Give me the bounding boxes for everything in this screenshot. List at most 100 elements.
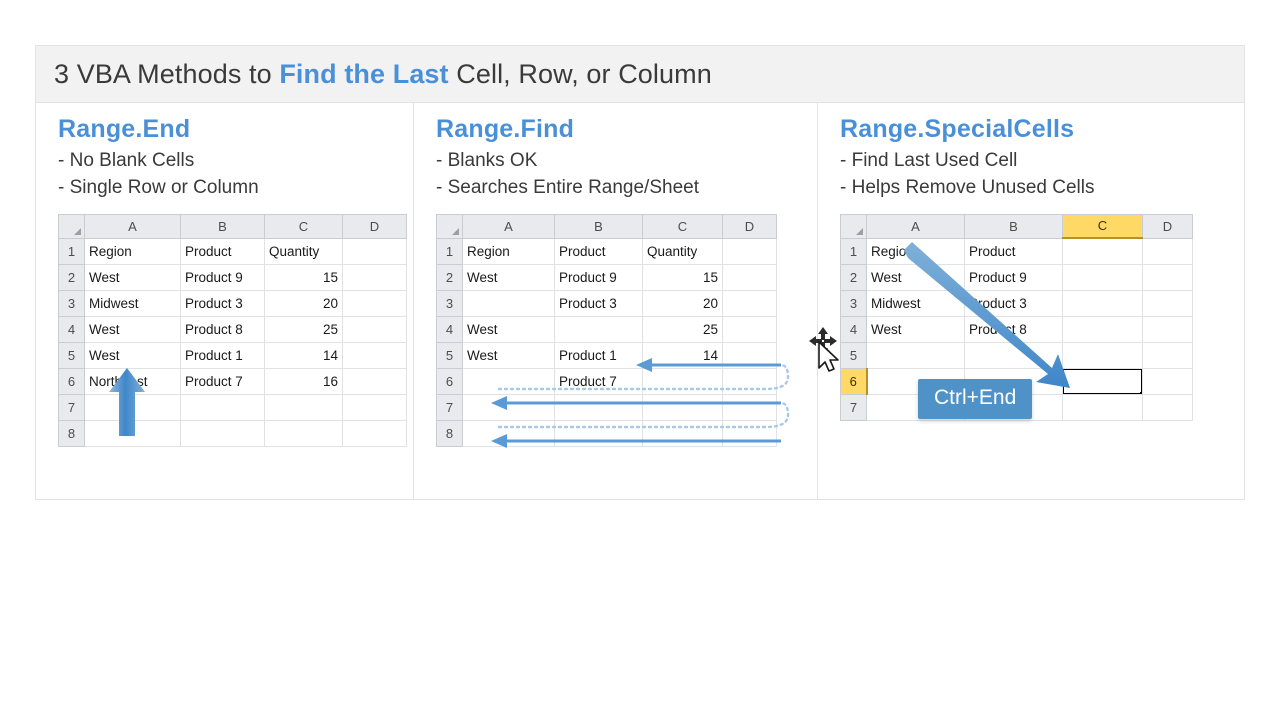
select-all-corner[interactable] — [58, 213, 85, 239]
row-header-1[interactable]: 1 — [58, 237, 85, 265]
cell-a3[interactable]: Midwest — [84, 289, 181, 317]
cell-b7[interactable] — [180, 393, 265, 421]
column-header-b[interactable]: B — [180, 213, 265, 239]
row-header-5[interactable]: 5 — [58, 341, 85, 369]
cell-d1[interactable] — [342, 237, 407, 265]
row-header-7[interactable]: 7 — [58, 393, 85, 421]
cell-b8[interactable] — [180, 419, 265, 447]
row-header-6[interactable]: 6 — [58, 367, 85, 395]
cell-d4[interactable] — [342, 315, 407, 343]
column-header-a[interactable]: A — [462, 213, 555, 239]
cell-c5[interactable]: 14 — [264, 341, 343, 369]
column-header-d[interactable]: D — [1142, 213, 1193, 239]
cell-c3[interactable] — [1062, 289, 1143, 317]
cell-c4[interactable]: 25 — [264, 315, 343, 343]
cell-a5[interactable] — [866, 341, 965, 369]
cell-c6[interactable]: 16 — [264, 367, 343, 395]
cell-b3[interactable]: Product 3 — [554, 289, 643, 317]
cell-d7[interactable] — [722, 393, 777, 421]
row-header-2[interactable]: 2 — [58, 263, 85, 291]
cell-d7[interactable] — [342, 393, 407, 421]
cell-d5[interactable] — [342, 341, 407, 369]
cell-d7[interactable] — [1142, 393, 1193, 421]
cell-d6[interactable] — [722, 367, 777, 395]
cell-d6[interactable] — [342, 367, 407, 395]
cell-a4[interactable]: West — [462, 315, 555, 343]
column-header-a[interactable]: A — [866, 213, 965, 239]
cell-a1[interactable]: Region — [866, 237, 965, 265]
cell-b8[interactable] — [554, 419, 643, 447]
cell-c8[interactable] — [264, 419, 343, 447]
column-header-c[interactable]: C — [264, 213, 343, 239]
cell-d3[interactable] — [722, 289, 777, 317]
cell-b1[interactable]: Product — [180, 237, 265, 265]
cell-c1[interactable] — [1062, 237, 1143, 265]
cell-b4[interactable]: Product 8 — [180, 315, 265, 343]
cell-d1[interactable] — [1142, 237, 1193, 265]
cell-b3[interactable]: Product 3 — [964, 289, 1063, 317]
cell-b4[interactable]: Product 8 — [964, 315, 1063, 343]
cell-a7[interactable] — [462, 393, 555, 421]
cell-d5[interactable] — [722, 341, 777, 369]
cell-b5[interactable]: Product 1 — [554, 341, 643, 369]
row-header-7[interactable]: 7 — [436, 393, 463, 421]
column-header-d[interactable]: D — [722, 213, 777, 239]
cell-a7[interactable] — [84, 393, 181, 421]
cell-d3[interactable] — [342, 289, 407, 317]
cell-b1[interactable]: Product — [964, 237, 1063, 265]
select-all-corner[interactable] — [840, 213, 867, 239]
row-header-8[interactable]: 8 — [436, 419, 463, 447]
row-header-8[interactable]: 8 — [58, 419, 85, 447]
column-header-b[interactable]: B — [964, 213, 1063, 239]
cell-d4[interactable] — [722, 315, 777, 343]
cell-c7[interactable] — [264, 393, 343, 421]
cell-c7[interactable] — [1062, 393, 1143, 421]
cell-a8[interactable] — [84, 419, 181, 447]
cell-d6[interactable] — [1142, 367, 1193, 395]
row-header-2[interactable]: 2 — [840, 263, 867, 291]
cell-a4[interactable]: West — [84, 315, 181, 343]
cell-d2[interactable] — [342, 263, 407, 291]
cell-c8[interactable] — [642, 419, 723, 447]
cell-c4[interactable]: 25 — [642, 315, 723, 343]
row-header-3[interactable]: 3 — [58, 289, 85, 317]
column-header-c[interactable]: C — [1062, 213, 1143, 240]
cell-d8[interactable] — [722, 419, 777, 447]
cell-c2[interactable]: 15 — [264, 263, 343, 291]
row-header-3[interactable]: 3 — [436, 289, 463, 317]
cell-a3[interactable] — [462, 289, 555, 317]
cell-c1[interactable]: Quantity — [264, 237, 343, 265]
row-header-6[interactable]: 6 — [436, 367, 463, 395]
cell-a1[interactable]: Region — [84, 237, 181, 265]
cell-b1[interactable]: Product — [554, 237, 643, 265]
cell-a2[interactable]: West — [84, 263, 181, 291]
selected-cell-c6[interactable] — [1062, 367, 1143, 395]
row-header-4[interactable]: 4 — [58, 315, 85, 343]
cell-b5[interactable] — [964, 341, 1063, 369]
cell-b6[interactable]: Product 7 — [180, 367, 265, 395]
cell-c3[interactable]: 20 — [642, 289, 723, 317]
spreadsheet-range-end[interactable]: A B C D 1 Region Product Quantity 2 West… — [58, 213, 407, 447]
fill-handle[interactable] — [1140, 391, 1142, 394]
column-header-d[interactable]: D — [342, 213, 407, 239]
cell-d3[interactable] — [1142, 289, 1193, 317]
row-header-4[interactable]: 4 — [436, 315, 463, 343]
cell-c2[interactable] — [1062, 263, 1143, 291]
column-header-c[interactable]: C — [642, 213, 723, 239]
cell-a5[interactable]: West — [84, 341, 181, 369]
cell-a6[interactable] — [462, 367, 555, 395]
cell-b7[interactable] — [554, 393, 643, 421]
spreadsheet-range-find[interactable]: A B C D 1 Region Product Quantity 2 West… — [436, 213, 777, 447]
cell-b2[interactable]: Product 9 — [180, 263, 265, 291]
cell-d2[interactable] — [722, 263, 777, 291]
row-header-7[interactable]: 7 — [840, 393, 867, 421]
cell-a8[interactable] — [462, 419, 555, 447]
cell-c6[interactable] — [642, 367, 723, 395]
cell-c3[interactable]: 20 — [264, 289, 343, 317]
cell-a1[interactable]: Region — [462, 237, 555, 265]
cell-c2[interactable]: 15 — [642, 263, 723, 291]
cell-a6[interactable]: Northeast — [84, 367, 181, 395]
cell-c7[interactable] — [642, 393, 723, 421]
row-header-2[interactable]: 2 — [436, 263, 463, 291]
row-header-1[interactable]: 1 — [840, 237, 867, 265]
